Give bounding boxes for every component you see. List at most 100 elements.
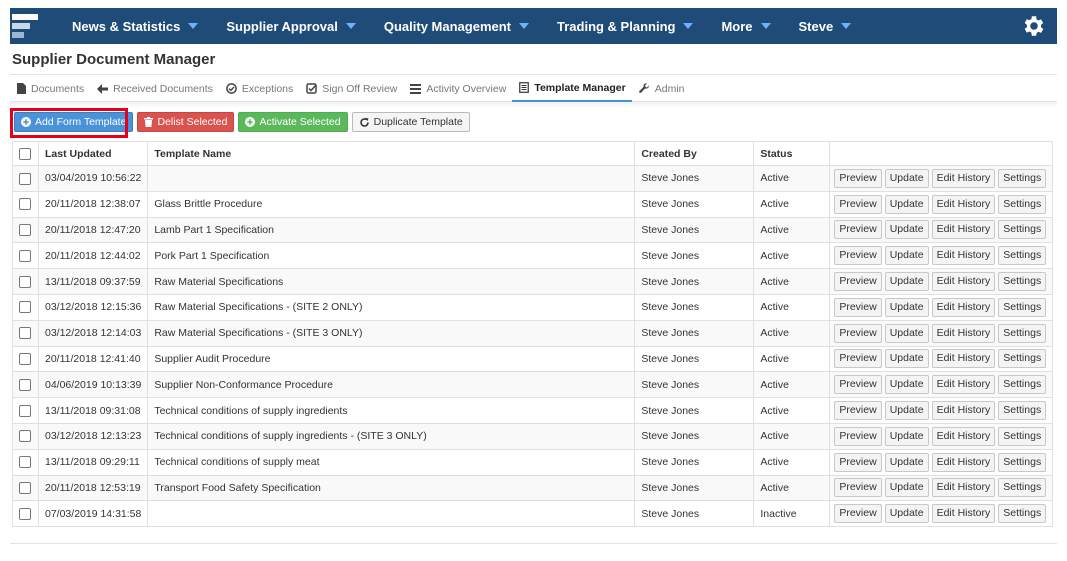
tab-documents[interactable]: Documents — [10, 76, 90, 102]
last-updated-cell: 20/11/2018 12:44:02 — [37, 242, 149, 270]
row-checkbox[interactable] — [19, 172, 31, 185]
edit-history-button[interactable]: Edit History — [931, 401, 996, 421]
preview-button[interactable]: Preview — [834, 375, 882, 395]
settings-button[interactable]: Settings — [998, 246, 1047, 266]
gear-icon[interactable] — [1021, 13, 1047, 39]
nav-news-statistics[interactable]: News & Statistics — [60, 8, 214, 44]
update-button[interactable]: Update — [884, 349, 929, 369]
row-checkbox[interactable] — [19, 249, 31, 262]
refresh-icon — [359, 117, 370, 128]
activate-selected-button[interactable]: Activate Selected — [238, 112, 348, 132]
preview-button[interactable]: Preview — [834, 452, 882, 472]
preview-button[interactable]: Preview — [834, 349, 882, 369]
row-checkbox[interactable] — [19, 482, 31, 495]
created-by-cell: Steve Jones — [634, 165, 755, 192]
preview-button[interactable]: Preview — [834, 478, 882, 498]
row-checkbox[interactable] — [19, 456, 31, 469]
row-checkbox[interactable] — [19, 224, 31, 237]
header-last-updated[interactable]: Last Updated — [37, 141, 149, 166]
nav-more[interactable]: More — [709, 8, 786, 44]
header-template-name[interactable]: Template Name — [147, 141, 636, 166]
settings-button[interactable]: Settings — [998, 401, 1047, 421]
update-button[interactable]: Update — [884, 426, 929, 446]
update-button[interactable]: Update — [884, 168, 929, 188]
nav-user-menu[interactable]: Steve — [787, 8, 868, 44]
header-status[interactable]: Status — [753, 141, 831, 166]
row-checkbox[interactable] — [19, 378, 31, 391]
tab-sign-off-review[interactable]: Sign Off Review — [299, 76, 403, 102]
nav-quality-management[interactable]: Quality Management — [372, 8, 545, 44]
update-button[interactable]: Update — [884, 375, 929, 395]
settings-button[interactable]: Settings — [998, 194, 1047, 214]
tab-received-documents[interactable]: Received Documents — [90, 76, 219, 102]
row-actions: Preview Update Edit History Settings — [829, 422, 1053, 450]
edit-history-button[interactable]: Edit History — [931, 349, 996, 369]
preview-button[interactable]: Preview — [834, 401, 882, 421]
edit-history-button[interactable]: Edit History — [931, 426, 996, 446]
edit-history-button[interactable]: Edit History — [931, 323, 996, 343]
edit-history-button[interactable]: Edit History — [931, 272, 996, 292]
duplicate-template-button[interactable]: Duplicate Template — [351, 112, 470, 132]
row-checkbox[interactable] — [19, 275, 31, 288]
edit-history-button[interactable]: Edit History — [931, 452, 996, 472]
update-button[interactable]: Update — [884, 220, 929, 240]
update-button[interactable]: Update — [884, 297, 929, 317]
delist-selected-button[interactable]: Delist Selected — [137, 112, 235, 132]
update-button[interactable]: Update — [884, 401, 929, 421]
select-all-checkbox[interactable] — [19, 147, 31, 160]
preview-button[interactable]: Preview — [834, 426, 882, 446]
settings-button[interactable]: Settings — [998, 478, 1047, 498]
update-button[interactable]: Update — [884, 272, 929, 292]
preview-button[interactable]: Preview — [834, 323, 882, 343]
update-button[interactable]: Update — [884, 452, 929, 472]
settings-button[interactable]: Settings — [998, 504, 1047, 524]
preview-button[interactable]: Preview — [834, 194, 882, 214]
edit-history-button[interactable]: Edit History — [931, 220, 996, 240]
row-checkbox[interactable] — [19, 301, 31, 314]
row-checkbox[interactable] — [19, 430, 31, 443]
preview-button[interactable]: Preview — [834, 297, 882, 317]
last-updated-cell: 20/11/2018 12:47:20 — [37, 216, 149, 244]
edit-history-button[interactable]: Edit History — [931, 168, 996, 188]
settings-button[interactable]: Settings — [998, 426, 1047, 446]
app-logo[interactable] — [12, 12, 40, 40]
update-button[interactable]: Update — [884, 323, 929, 343]
update-button[interactable]: Update — [884, 504, 929, 524]
row-checkbox[interactable] — [19, 507, 31, 520]
row-checkbox[interactable] — [19, 327, 31, 340]
edit-history-button[interactable]: Edit History — [931, 297, 996, 317]
edit-history-button[interactable]: Edit History — [931, 194, 996, 214]
tab-exceptions[interactable]: Exceptions — [219, 76, 299, 102]
preview-button[interactable]: Preview — [834, 504, 882, 524]
settings-button[interactable]: Settings — [998, 375, 1047, 395]
tab-admin[interactable]: Admin — [632, 76, 691, 102]
settings-button[interactable]: Settings — [998, 297, 1047, 317]
edit-history-button[interactable]: Edit History — [931, 504, 996, 524]
row-checkbox[interactable] — [19, 353, 31, 366]
nav-supplier-approval[interactable]: Supplier Approval — [214, 8, 371, 44]
settings-button[interactable]: Settings — [998, 452, 1047, 472]
settings-button[interactable]: Settings — [998, 272, 1047, 292]
tab-activity-overview[interactable]: Activity Overview — [403, 76, 512, 102]
settings-button[interactable]: Settings — [998, 349, 1047, 369]
settings-button[interactable]: Settings — [998, 323, 1047, 343]
settings-button[interactable]: Settings — [998, 220, 1047, 240]
preview-button[interactable]: Preview — [834, 220, 882, 240]
nav-trading-planning[interactable]: Trading & Planning — [545, 8, 709, 44]
update-button[interactable]: Update — [884, 246, 929, 266]
tab-template-manager[interactable]: Template Manager — [512, 76, 632, 102]
edit-history-button[interactable]: Edit History — [931, 246, 996, 266]
edit-history-button[interactable]: Edit History — [931, 478, 996, 498]
created-by-cell: Steve Jones — [634, 293, 755, 321]
settings-button[interactable]: Settings — [998, 168, 1047, 188]
update-button[interactable]: Update — [884, 194, 929, 214]
row-checkbox[interactable] — [19, 198, 31, 211]
header-created-by[interactable]: Created By — [634, 141, 755, 166]
preview-button[interactable]: Preview — [834, 168, 882, 188]
row-checkbox[interactable] — [19, 404, 31, 417]
add-form-template-button[interactable]: Add Form Template — [14, 112, 134, 132]
preview-button[interactable]: Preview — [834, 246, 882, 266]
preview-button[interactable]: Preview — [834, 272, 882, 292]
edit-history-button[interactable]: Edit History — [931, 375, 996, 395]
update-button[interactable]: Update — [884, 478, 929, 498]
